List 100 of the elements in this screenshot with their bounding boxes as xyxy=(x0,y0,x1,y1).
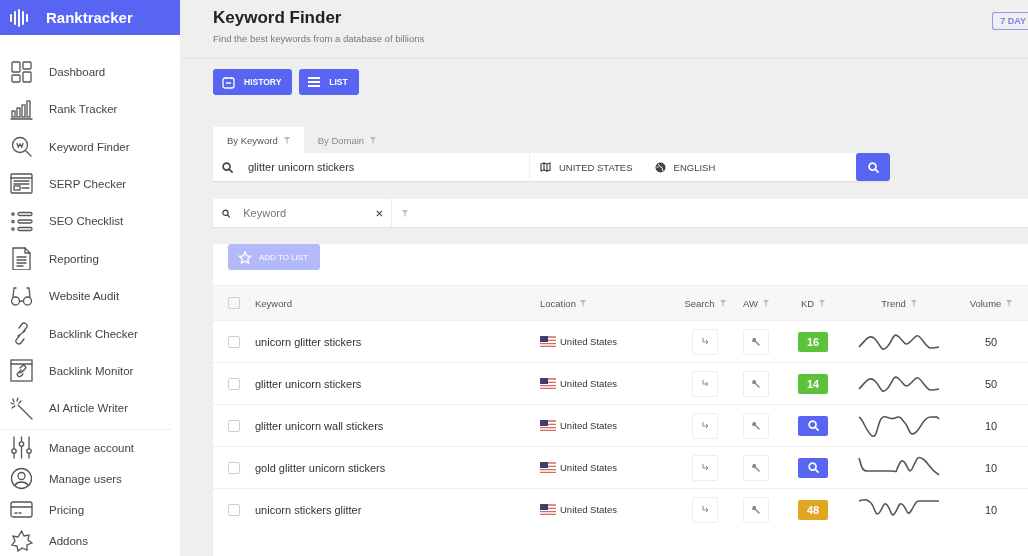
list-button[interactable]: LIST xyxy=(299,69,359,95)
column-header[interactable]: KD xyxy=(800,297,815,309)
list-icon xyxy=(308,77,321,87)
check-difficulty-button[interactable] xyxy=(798,457,828,478)
column-header[interactable]: Location xyxy=(540,297,576,309)
filter-icon[interactable] xyxy=(370,136,377,144)
keyword-cell: unicorn glitter stickers xyxy=(255,335,362,348)
filter-icon[interactable] xyxy=(1006,299,1013,307)
row-checkbox[interactable] xyxy=(228,503,240,516)
search-icon xyxy=(867,161,879,173)
filter-icon[interactable] xyxy=(819,299,826,307)
flag-icon xyxy=(540,462,556,473)
search-button[interactable] xyxy=(856,153,890,181)
map-icon xyxy=(540,162,551,172)
search-tab[interactable]: By Keyword xyxy=(213,127,304,153)
return-arrow-icon xyxy=(701,422,709,429)
column-header[interactable]: Search xyxy=(684,297,715,309)
nav-icon xyxy=(10,359,33,383)
sidebar-item[interactable]: Manage users xyxy=(0,463,180,494)
nav-icon xyxy=(10,396,33,420)
volume-cell: 50 xyxy=(984,335,998,348)
return-arrow-icon xyxy=(701,380,709,387)
sidebar-item[interactable]: Dashboard xyxy=(0,53,180,91)
wrench-icon xyxy=(751,505,761,514)
location-cell: United States xyxy=(560,378,618,389)
wrench-icon xyxy=(751,337,761,346)
row-checkbox[interactable] xyxy=(228,335,240,348)
sidebar-item[interactable]: Rank Tracker xyxy=(0,90,180,128)
row-checkbox[interactable] xyxy=(228,461,240,474)
row-checkbox[interactable] xyxy=(228,377,240,390)
search-results-button[interactable] xyxy=(692,496,718,523)
nav-icon xyxy=(10,247,33,271)
keyword-input[interactable]: glitter unicorn stickers xyxy=(246,160,480,174)
sidebar-item[interactable]: Keyword Finder xyxy=(0,127,180,166)
keyword-cell: unicorn stickers glitter xyxy=(255,503,362,516)
volume-cell: 10 xyxy=(984,461,998,474)
column-header[interactable]: Trend xyxy=(881,297,906,309)
nav-icon xyxy=(10,60,33,84)
sidebar-item[interactable]: Backlink Monitor xyxy=(0,352,180,390)
filter-icon[interactable] xyxy=(719,299,726,307)
wrench-button[interactable] xyxy=(743,496,769,523)
search-results-button[interactable] xyxy=(692,328,718,355)
column-header[interactable]: AW xyxy=(743,297,758,309)
nav-icon xyxy=(10,172,33,196)
search-results-button[interactable] xyxy=(692,454,718,481)
filter-icon[interactable] xyxy=(762,299,769,307)
nav-icon xyxy=(10,498,33,521)
sidebar-item[interactable]: SERP Checker xyxy=(0,165,180,203)
wrench-button[interactable] xyxy=(743,454,769,481)
search-icon xyxy=(807,420,819,431)
sidebar-item[interactable]: Manage account xyxy=(0,432,180,463)
filter-icon[interactable] xyxy=(283,136,290,144)
search-results-button[interactable] xyxy=(692,412,718,439)
flag-icon xyxy=(540,336,556,347)
filter-icon[interactable] xyxy=(402,209,408,217)
difficulty-badge: 16 xyxy=(798,331,828,352)
nav-icon xyxy=(10,135,33,159)
nav-icon xyxy=(10,436,33,459)
sidebar-item[interactable]: SEO Checklist xyxy=(0,202,180,241)
language-select[interactable]: ENGLISH xyxy=(673,161,716,173)
nav-icon xyxy=(10,467,33,490)
search-icon xyxy=(807,462,819,473)
sidebar-item[interactable]: Pricing xyxy=(0,494,180,525)
location-cell: United States xyxy=(560,420,618,431)
location-select[interactable]: UNITED STATES xyxy=(559,161,633,173)
nav-icon xyxy=(10,209,33,233)
sidebar-item[interactable]: Backlink Checker xyxy=(0,314,180,353)
filter-icon[interactable] xyxy=(579,299,586,307)
close-icon[interactable] xyxy=(376,208,383,218)
sidebar-item[interactable]: Reporting xyxy=(0,240,180,278)
wrench-button[interactable] xyxy=(743,328,769,355)
sidebar-item[interactable]: Website Audit xyxy=(0,277,180,315)
volume-cell: 10 xyxy=(984,419,998,432)
page-subtitle: Find the best keywords from a database of billions xyxy=(213,33,425,44)
app-name: Ranktracker xyxy=(46,9,133,27)
filter-icon[interactable] xyxy=(910,299,917,307)
column-header[interactable]: Volume xyxy=(969,297,1002,309)
return-arrow-icon xyxy=(701,338,709,345)
search-icon xyxy=(222,161,233,173)
nav-icon xyxy=(10,529,33,552)
column-header[interactable]: Keyword xyxy=(255,297,292,309)
star-icon xyxy=(238,250,252,264)
flag-icon xyxy=(540,504,556,515)
location-cell: United States xyxy=(560,336,618,347)
wrench-button[interactable] xyxy=(743,370,769,397)
flag-icon xyxy=(540,420,556,431)
history-button[interactable]: HISTORY xyxy=(213,69,293,95)
globe-icon xyxy=(654,161,666,173)
volume-cell: 50 xyxy=(984,377,998,390)
search-results-button[interactable] xyxy=(692,370,718,397)
keyword-filter-field[interactable]: Keyword xyxy=(241,206,366,220)
check-difficulty-button[interactable] xyxy=(798,415,828,436)
select-all-checkbox[interactable] xyxy=(228,297,240,309)
row-checkbox[interactable] xyxy=(228,419,240,432)
sidebar-item[interactable]: Addons xyxy=(0,525,180,556)
location-cell: United States xyxy=(560,462,618,473)
wrench-button[interactable] xyxy=(743,412,769,439)
calendar-icon xyxy=(222,75,235,89)
difficulty-badge: 14 xyxy=(798,373,828,394)
sidebar-item[interactable]: AI Article Writer xyxy=(0,389,180,427)
